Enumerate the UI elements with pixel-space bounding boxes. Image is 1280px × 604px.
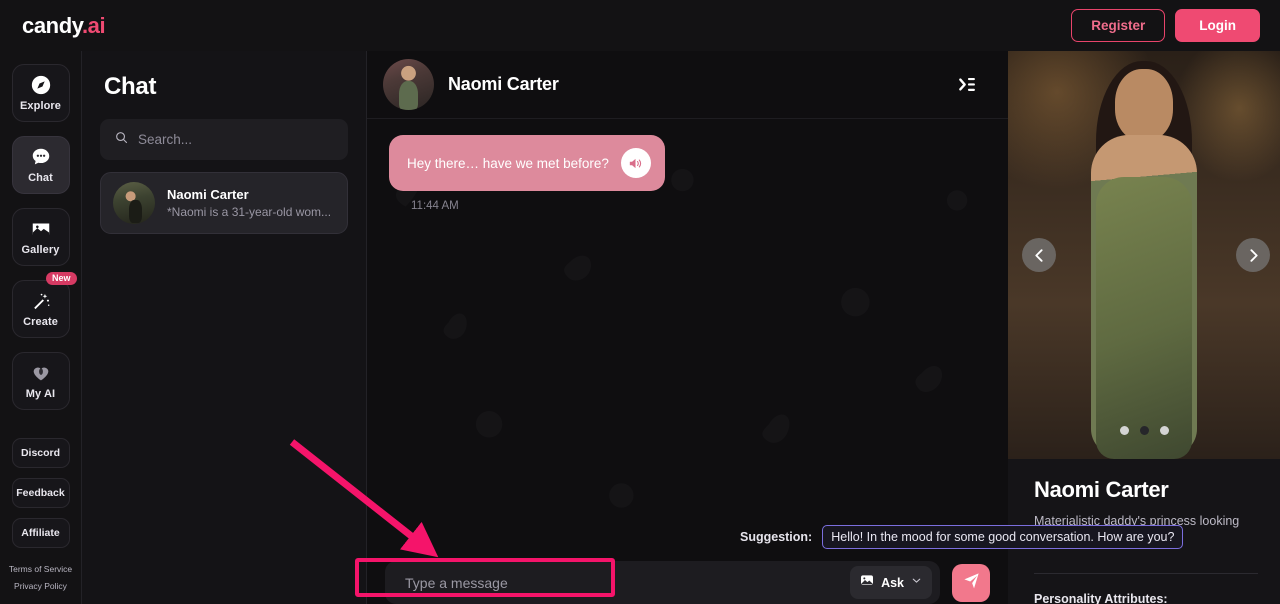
- collapse-panel-icon[interactable]: [952, 68, 986, 102]
- chevron-down-icon: [910, 574, 923, 592]
- suggestion-chip[interactable]: Hello! In the mood for some good convers…: [822, 525, 1184, 549]
- sidebar-item-explore-label: Explore: [19, 100, 62, 112]
- sidebar-item-my-ai[interactable]: My AI: [11, 352, 70, 410]
- sidebar-link-discord[interactable]: Discord: [11, 438, 70, 468]
- terms-of-service-link[interactable]: Terms of Service: [9, 564, 72, 574]
- conversation-list-item[interactable]: Naomi Carter *Naomi is a 31-year-old wom…: [100, 172, 348, 234]
- logo-accent-text: .ai: [81, 12, 106, 38]
- chat-header-avatar[interactable]: [383, 59, 434, 110]
- legal-links: Terms of Service Privacy Policy: [9, 564, 72, 598]
- body-row: Explore Chat Gallery New Create My AI Di…: [0, 51, 1280, 604]
- chat-bubble-icon: [30, 146, 52, 168]
- search-icon: [114, 130, 129, 150]
- conversation-name: Naomi Carter: [167, 187, 249, 202]
- privacy-policy-link[interactable]: Privacy Policy: [9, 581, 72, 591]
- personality-attributes-heading: Personality Attributes:: [1034, 591, 1168, 604]
- sidebar-item-gallery[interactable]: Gallery: [11, 208, 70, 266]
- send-paper-plane-icon: [962, 571, 981, 595]
- chat-main: Naomi Carter Hey there… have we met befo…: [367, 51, 1184, 604]
- carousel-dot-1[interactable]: [1119, 426, 1129, 435]
- sidebar-item-explore[interactable]: Explore: [11, 64, 70, 122]
- search-box[interactable]: [100, 119, 348, 160]
- message-input-bar[interactable]: Ask: [385, 561, 940, 604]
- message-bubble: Hey there… have we met before?: [389, 135, 665, 191]
- message-text: Hey there… have we met before?: [407, 155, 609, 171]
- conversation-preview: *Naomi is a 31-year-old wom...: [167, 205, 332, 219]
- image-icon: [30, 218, 52, 240]
- sidebar-link-affiliate[interactable]: Affiliate: [11, 518, 70, 548]
- carousel-dots: [1008, 426, 1280, 435]
- sidebar-item-gallery-label: Gallery: [21, 244, 60, 256]
- suggestion-label: Suggestion:: [740, 530, 813, 544]
- register-button[interactable]: Register: [1071, 9, 1166, 42]
- input-row: Ask: [385, 561, 990, 604]
- new-badge: New: [45, 272, 77, 285]
- speaker-icon[interactable]: [620, 148, 651, 178]
- carousel-next-button[interactable]: [1236, 238, 1270, 272]
- login-button[interactable]: Login: [1175, 9, 1260, 42]
- top-bar-actions: Register Login: [1071, 9, 1260, 42]
- sidebar-item-chat[interactable]: Chat: [11, 136, 70, 194]
- heart-person-icon: [30, 362, 52, 384]
- character-image-carousel: [1008, 51, 1280, 459]
- divider: [1034, 572, 1258, 574]
- messages-area: Hey there… have we met before? 11:44 AM: [367, 119, 1008, 525]
- character-head: [1115, 69, 1173, 141]
- chat-list-title: Chat: [104, 73, 157, 100]
- chat-list-panel: Chat Naomi Carter *Naomi is a 31-year-ol…: [82, 51, 367, 604]
- sidebar-item-create-label: Create: [23, 316, 58, 328]
- top-bar: candy.ai Register Login: [0, 0, 1280, 51]
- magic-wand-icon: [30, 290, 52, 312]
- compass-icon: [30, 74, 52, 96]
- app-root: candy.ai Register Login Explore Chat Gal…: [0, 0, 1280, 604]
- character-image: [1069, 61, 1219, 459]
- character-panel: Naomi Carter Materialistic daddy's princ…: [1008, 51, 1280, 604]
- carousel-dot-2[interactable]: [1139, 426, 1149, 435]
- character-dress: [1096, 177, 1192, 459]
- suggestion-row: Suggestion: Hello! In the mood for some …: [385, 525, 1184, 549]
- chat-header: Naomi Carter: [367, 51, 1008, 119]
- message-timestamp: 11:44 AM: [411, 200, 459, 212]
- sidebar-item-create[interactable]: New Create: [11, 272, 77, 338]
- logo-main-text: candy: [22, 12, 82, 38]
- sidebar-item-my-ai-label: My AI: [25, 388, 56, 400]
- ask-label: Ask: [881, 575, 904, 590]
- conversation-text: Naomi Carter *Naomi is a 31-year-old wom…: [167, 187, 331, 219]
- ask-mode-dropdown[interactable]: Ask: [850, 566, 932, 599]
- sidebar-item-chat-label: Chat: [28, 172, 53, 184]
- chat-header-name: Naomi Carter: [448, 74, 559, 94]
- character-name: Naomi Carter: [1034, 477, 1169, 502]
- avatar: [113, 182, 155, 224]
- left-sidebar: Explore Chat Gallery New Create My AI Di…: [0, 51, 82, 604]
- composer: Suggestion: Hello! In the mood for some …: [367, 525, 1184, 604]
- send-button[interactable]: [952, 563, 990, 602]
- image-mode-icon: [859, 572, 875, 593]
- sidebar-link-feedback[interactable]: Feedback: [11, 478, 70, 508]
- carousel-dot-3[interactable]: [1159, 426, 1169, 435]
- carousel-prev-button[interactable]: [1022, 238, 1056, 272]
- app-logo[interactable]: candy.ai: [22, 12, 106, 39]
- message-input[interactable]: [405, 574, 841, 591]
- message-row: Hey there… have we met before? 11:44 AM: [367, 135, 1008, 212]
- search-input[interactable]: [138, 132, 334, 147]
